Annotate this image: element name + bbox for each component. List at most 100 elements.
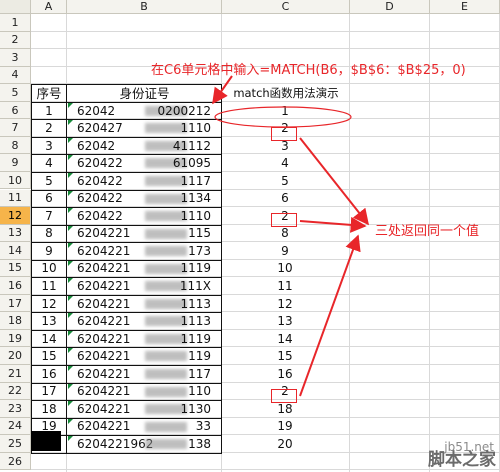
row-header-21[interactable]: 21 xyxy=(0,365,31,383)
table-row-border xyxy=(31,189,222,191)
id-prefix: 620422 xyxy=(77,191,123,206)
table-row-border xyxy=(31,154,222,156)
seq-cell: 7 xyxy=(45,208,53,223)
match-result-cell: 1 xyxy=(281,103,289,118)
text-number-indicator xyxy=(68,278,73,284)
row-header-23[interactable]: 23 xyxy=(0,400,31,418)
id-prefix: 620422 xyxy=(77,156,123,171)
row-header-26[interactable]: 26 xyxy=(0,452,31,471)
selection-block xyxy=(31,431,61,451)
seq-cell: 17 xyxy=(41,384,57,399)
text-number-indicator xyxy=(68,120,73,126)
id-prefix: 6204221962 xyxy=(77,436,154,451)
text-number-indicator xyxy=(68,313,73,319)
row-header-15[interactable]: 15 xyxy=(0,259,31,278)
text-number-indicator xyxy=(68,243,73,249)
row-header-3[interactable]: 3 xyxy=(0,49,31,67)
result-highlight-row12 xyxy=(271,213,297,227)
seq-cell: 1 xyxy=(45,103,53,118)
id-suffix: 115 xyxy=(188,226,211,241)
row-header-25[interactable]: 25 xyxy=(0,435,31,453)
table-row-border xyxy=(31,312,222,314)
seq-cell: 16 xyxy=(41,366,57,381)
row-header-17[interactable]: 17 xyxy=(0,294,31,313)
row-header-22[interactable]: 22 xyxy=(0,382,31,401)
seq-cell: 3 xyxy=(45,138,53,153)
row-header-18[interactable]: 18 xyxy=(0,312,31,330)
text-number-indicator xyxy=(68,383,73,389)
table-row-border xyxy=(31,242,222,244)
row-header-13[interactable]: 13 xyxy=(0,224,31,243)
text-number-indicator xyxy=(68,208,73,214)
row-header-2[interactable]: 2 xyxy=(0,31,31,50)
match-result-cell: 20 xyxy=(277,436,293,451)
row-header-16[interactable]: 16 xyxy=(0,277,31,295)
row-header-1[interactable]: 1 xyxy=(0,14,31,32)
gridline-horizontal xyxy=(31,48,500,50)
row-header-14[interactable]: 14 xyxy=(0,242,31,260)
table-row-border xyxy=(31,101,222,103)
text-number-indicator xyxy=(68,401,73,407)
seq-cell: 6 xyxy=(45,191,53,206)
spreadsheet: ABCDE 1 2 3 4 5 6 7 8 9 10 11 12 13 14 15 16 17 18 19 20 21 2… xyxy=(0,0,500,472)
row-header-19[interactable]: 19 xyxy=(0,329,31,348)
id-prefix: 6204221 xyxy=(77,226,131,241)
table-row-border xyxy=(31,207,222,209)
id-suffix: 1119 xyxy=(180,331,211,346)
match-result-cell: 12 xyxy=(277,296,293,311)
row-header-10[interactable]: 10 xyxy=(0,171,31,190)
seq-cell: 11 xyxy=(41,279,57,294)
seq-cell: 12 xyxy=(41,296,57,311)
row-header-9[interactable]: 9 xyxy=(0,154,31,172)
select-all-corner[interactable] xyxy=(0,0,31,14)
table-border xyxy=(31,84,32,453)
row-header-24[interactable]: 24 xyxy=(0,417,31,436)
id-suffix: 1130 xyxy=(180,401,211,416)
result-highlight-row7 xyxy=(271,127,297,141)
column-header-b[interactable]: B xyxy=(67,0,222,14)
row-header-8[interactable]: 8 xyxy=(0,136,31,155)
id-suffix: 111X xyxy=(179,279,211,294)
id-suffix: 0200212 xyxy=(157,103,211,118)
text-number-indicator xyxy=(68,418,73,424)
table-row-border xyxy=(31,136,222,138)
text-number-indicator xyxy=(68,260,73,266)
row-header-6[interactable]: 6 xyxy=(0,101,31,120)
column-header-c[interactable]: C xyxy=(222,0,350,14)
same-value-annotation: 三处返回同一个值 xyxy=(375,224,480,239)
row-header-12[interactable]: 12 xyxy=(0,207,31,225)
column-header-a[interactable]: A xyxy=(31,0,67,14)
row-header-11[interactable]: 11 xyxy=(0,189,31,208)
seq-cell: 9 xyxy=(45,243,53,258)
id-suffix: 1110 xyxy=(180,208,211,223)
match-result-cell: 13 xyxy=(277,314,293,329)
result-highlight-row22 xyxy=(271,389,297,403)
column-header-d[interactable]: D xyxy=(350,0,430,14)
column-header-e[interactable]: E xyxy=(430,0,500,14)
match-result-cell: 15 xyxy=(277,349,293,364)
match-result-cell: 9 xyxy=(281,243,289,258)
id-prefix: 6204221 xyxy=(77,279,131,294)
id-prefix: 6204221 xyxy=(77,243,131,258)
text-number-indicator xyxy=(68,155,73,161)
row-header-4[interactable]: 4 xyxy=(0,66,31,85)
id-suffix: 61095 xyxy=(172,156,211,171)
text-number-indicator xyxy=(68,172,73,178)
row-header-5[interactable]: 5 xyxy=(0,84,31,102)
id-prefix: 6204221 xyxy=(77,384,131,399)
header-seq: 序号 xyxy=(36,86,62,102)
table-row-border xyxy=(31,365,222,366)
id-suffix: 1113 xyxy=(180,314,211,329)
header-match: match函数用法演示 xyxy=(233,85,339,100)
table-border xyxy=(221,84,222,453)
row-header-7[interactable]: 7 xyxy=(0,119,31,137)
id-suffix: 41112 xyxy=(172,138,211,153)
text-number-indicator xyxy=(68,348,73,354)
seq-cell: 4 xyxy=(45,156,53,171)
table-row-border xyxy=(31,277,222,279)
seq-cell: 15 xyxy=(41,349,57,364)
row-header-20[interactable]: 20 xyxy=(0,347,31,365)
match-result-cell: 11 xyxy=(277,279,293,294)
id-suffix: 119 xyxy=(188,349,211,364)
text-number-indicator xyxy=(68,436,73,442)
